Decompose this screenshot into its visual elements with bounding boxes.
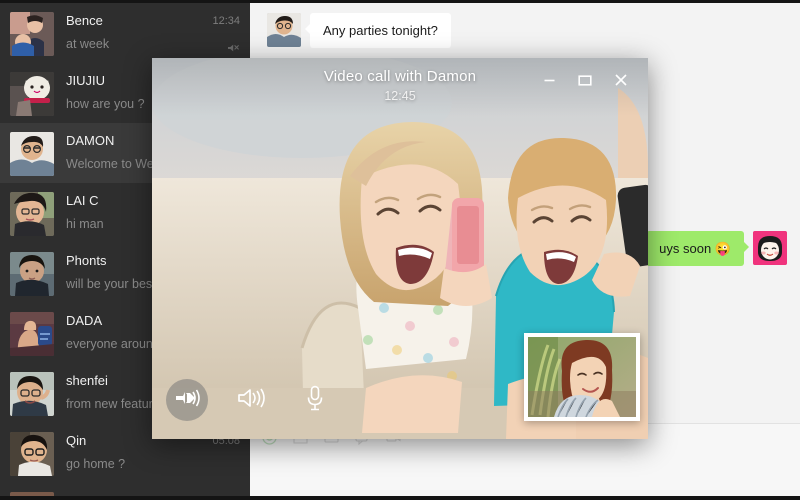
message-incoming: Any parties tonight? xyxy=(267,13,451,48)
avatar[interactable] xyxy=(753,231,787,265)
wechat-window: Bence at week 12:34 JIUJIU how are you ?… xyxy=(0,0,800,500)
call-title-bar[interactable]: Video call with Damon 12:45 xyxy=(152,58,648,116)
message-bubble[interactable]: uys soon 😜 xyxy=(646,231,749,266)
call-duration: 12:45 xyxy=(384,89,416,103)
chat-time: 12:34 xyxy=(212,15,240,27)
avatar xyxy=(10,252,54,296)
avatar xyxy=(10,192,54,236)
call-controls[interactable] xyxy=(166,379,336,421)
mute-icon xyxy=(227,41,240,59)
avatar xyxy=(10,312,54,356)
speaker-arrow-icon xyxy=(174,388,200,413)
volume-icon xyxy=(237,388,265,413)
speaker-toggle-button[interactable] xyxy=(166,379,208,421)
video-call-window[interactable]: Video call with Damon 12:45 xyxy=(152,58,648,439)
avatar xyxy=(10,432,54,476)
chat-preview: at week xyxy=(66,37,110,51)
avatar xyxy=(10,492,54,496)
chat-preview: go home ? xyxy=(66,457,126,471)
avatar xyxy=(10,12,54,56)
message-bubble[interactable]: Any parties tonight? xyxy=(305,13,451,48)
minimize-button[interactable] xyxy=(536,69,562,91)
microphone-icon xyxy=(305,385,325,416)
microphone-button[interactable] xyxy=(294,379,336,421)
avatar xyxy=(10,132,54,176)
avatar xyxy=(10,72,54,116)
self-video-preview[interactable] xyxy=(524,333,640,421)
volume-button[interactable] xyxy=(230,379,272,421)
maximize-button[interactable] xyxy=(572,69,598,91)
chat-list-item[interactable] xyxy=(0,483,250,496)
avatar xyxy=(10,372,54,416)
avatar[interactable] xyxy=(267,13,301,47)
close-button[interactable] xyxy=(608,69,634,91)
message-outgoing: uys soon 😜 xyxy=(646,231,787,266)
chat-list-item[interactable]: Bence at week 12:34 xyxy=(0,3,250,63)
